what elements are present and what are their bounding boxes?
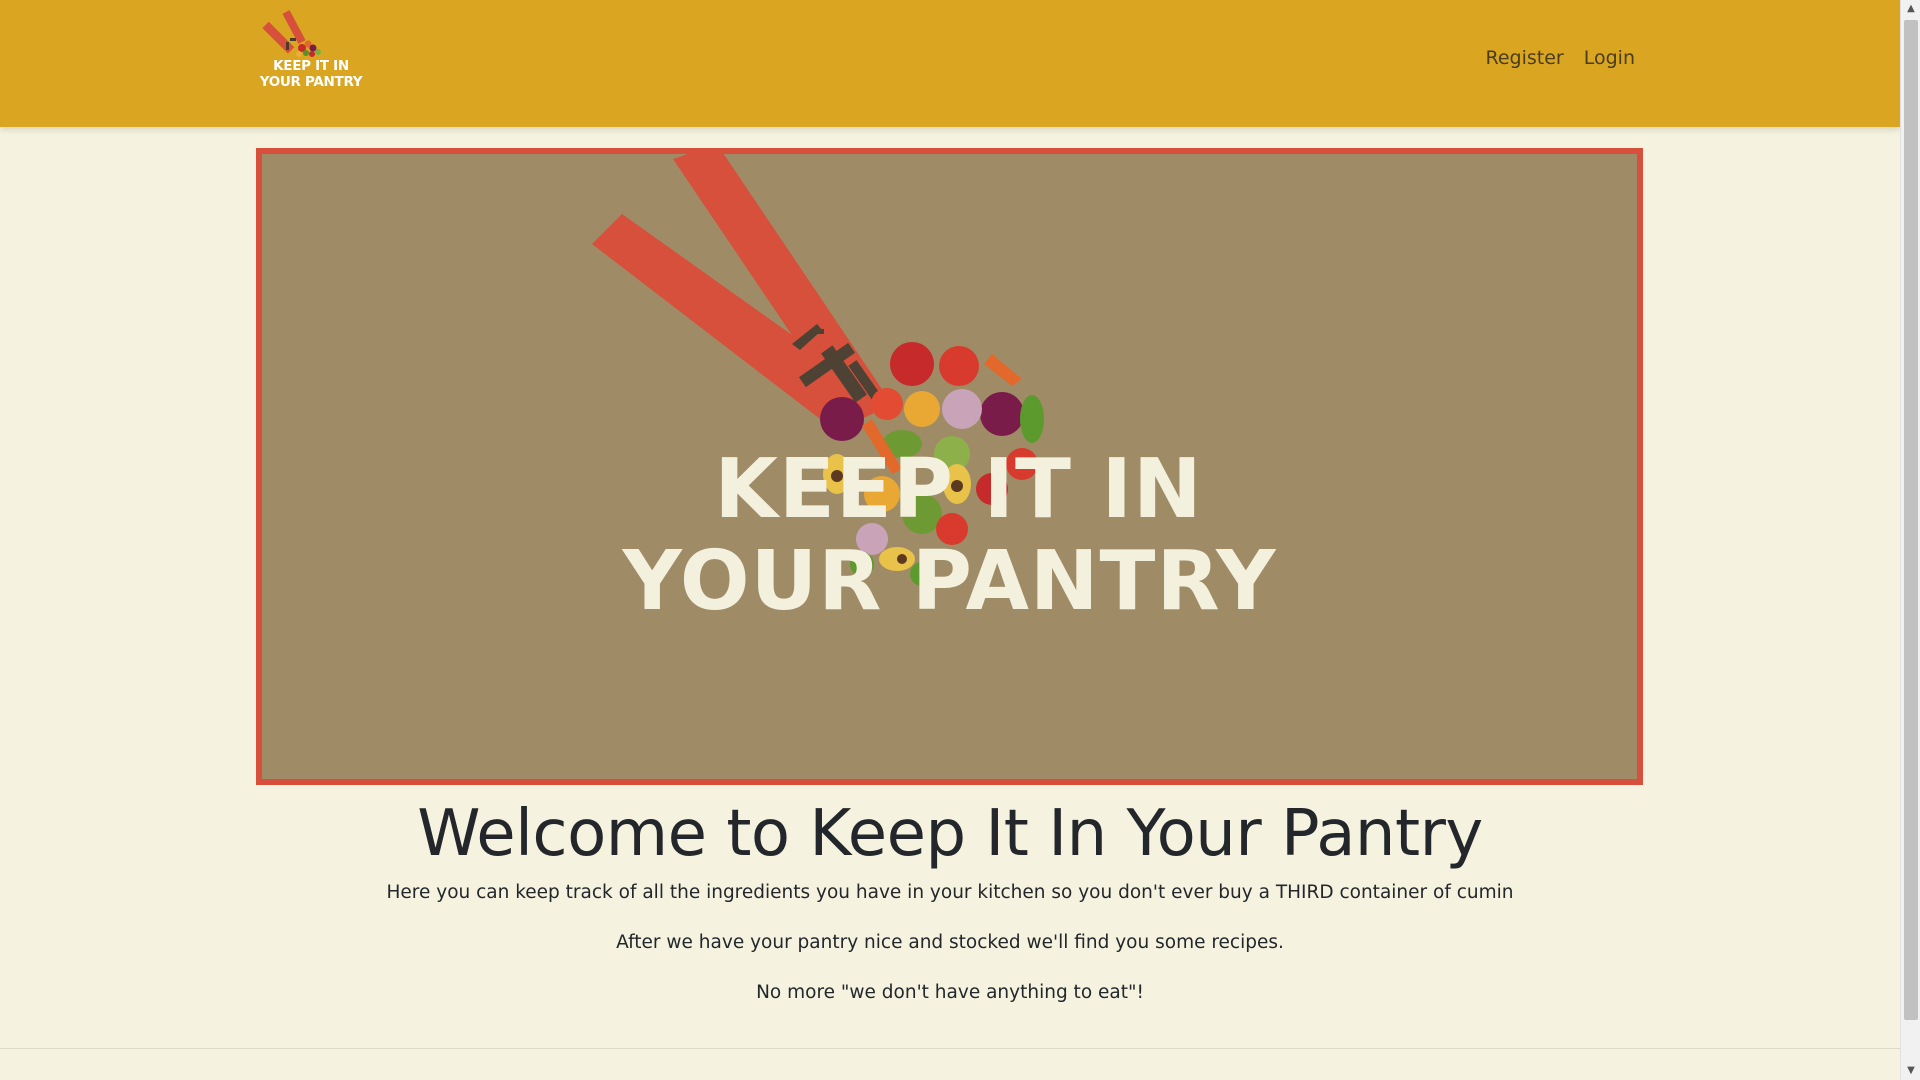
brand-line-2: YOUR PANTRY: [259, 74, 363, 90]
hero-line-2: YOUR PANTRY: [622, 534, 1277, 629]
page-title: Welcome to Keep It In Your Pantry: [417, 797, 1483, 871]
register-link[interactable]: Register: [1486, 47, 1564, 69]
intro-paragraph: Here you can keep track of all the ingre…: [386, 882, 1514, 903]
recipes-paragraph: After we have your pantry nice and stock…: [616, 932, 1284, 953]
scroll-thumb[interactable]: [1904, 20, 1918, 1020]
footer-divider: [0, 1048, 1900, 1049]
hero-title: KEEP IT IN YOUR PANTRY: [262, 444, 1637, 628]
vertical-scrollbar[interactable]: ▲ ▼: [1900, 0, 1920, 1080]
hero-banner: KEEP IT IN YOUR PANTRY: [256, 148, 1643, 785]
scroll-down-icon[interactable]: ▼: [1901, 1062, 1920, 1080]
welcome-section: Welcome to Keep It In Your Pantry Here y…: [0, 785, 1900, 1005]
scroll-up-icon[interactable]: ▲: [1901, 0, 1920, 18]
nav-links: Register Login: [1486, 47, 1636, 69]
hero-line-1: KEEP IT IN: [714, 442, 1203, 537]
tagline-paragraph: No more "we don't have anything to eat"!: [756, 982, 1144, 1003]
top-navbar: KEEP IT IN YOUR PANTRY Register Login: [0, 0, 1900, 127]
brand-line-1: KEEP IT IN: [273, 58, 349, 74]
brand-wordmark: KEEP IT IN YOUR PANTRY: [256, 58, 366, 90]
login-link[interactable]: Login: [1584, 47, 1635, 69]
brand-logo[interactable]: KEEP IT IN YOUR PANTRY: [256, 8, 366, 94]
